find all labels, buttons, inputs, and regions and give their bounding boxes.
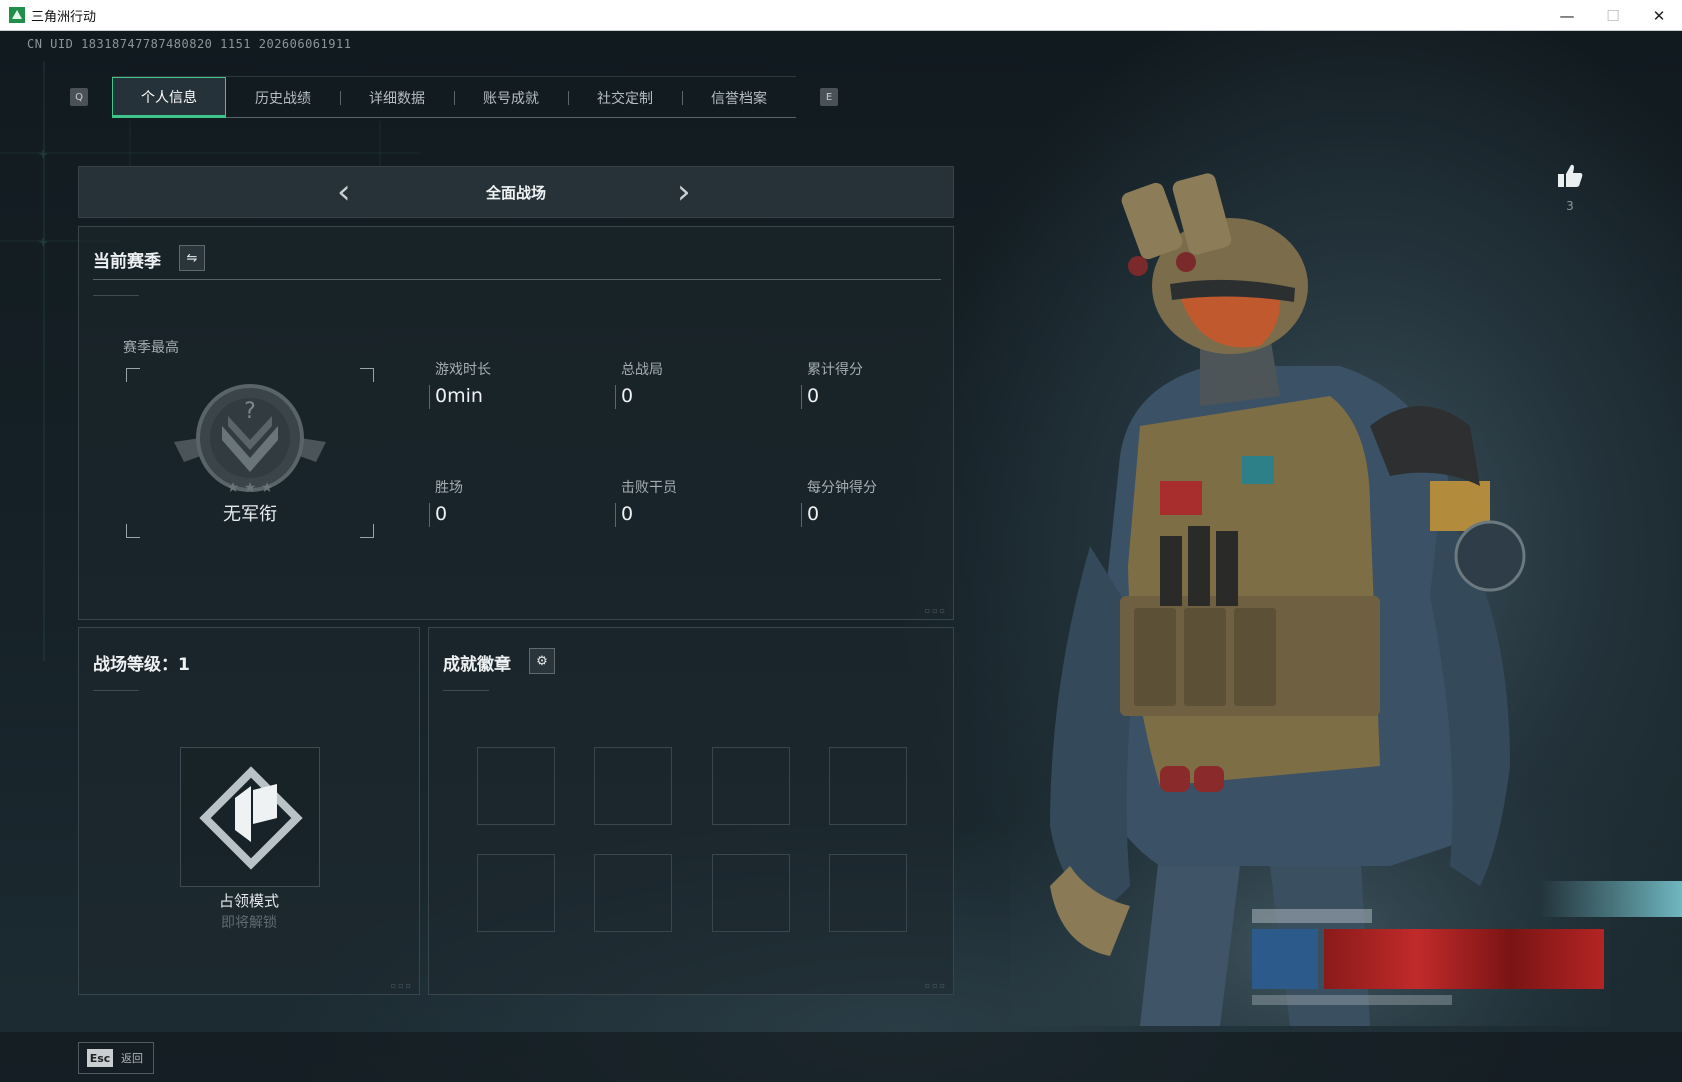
like-count: 3 xyxy=(1566,199,1574,213)
prev-tab-key-hint[interactable]: Q xyxy=(70,88,88,106)
blurred-nameplate xyxy=(1252,903,1604,1013)
battlefield-level-panel: 战场等级：1 占领模式 即将解锁 ▫▫▫ xyxy=(78,627,420,995)
frame-corner xyxy=(126,368,140,382)
rank-frame: ? ★ ★ ★ 无军衔 xyxy=(126,368,374,538)
esc-key-icon: Esc xyxy=(87,1049,113,1067)
badge-slot[interactable] xyxy=(594,854,672,932)
decorative-rule xyxy=(93,295,139,296)
stat-divider xyxy=(801,503,802,527)
battlefield-level-title: 战场等级：1 xyxy=(93,655,190,675)
nameplate-text-pixelated xyxy=(1252,909,1372,923)
svg-text:+: + xyxy=(38,235,48,249)
svg-text:+: + xyxy=(38,147,48,161)
badge-slot[interactable] xyxy=(712,747,790,825)
panel-corner-decoration: ▫▫▫ xyxy=(924,981,947,990)
badge-slot[interactable] xyxy=(829,854,907,932)
stat-label-score-per-minute: 每分钟得分 xyxy=(807,480,877,496)
stat-divider xyxy=(429,503,430,527)
stat-value-total-matches: 0 xyxy=(621,385,634,407)
minimize-button[interactable]: — xyxy=(1544,0,1590,31)
prev-mode-arrow-icon[interactable]: ‹ xyxy=(337,175,351,209)
badge-slot[interactable] xyxy=(477,854,555,932)
tab-personal-info[interactable]: 个人信息 xyxy=(112,77,226,118)
svg-text:?: ? xyxy=(244,399,256,424)
achievement-badges-panel: 成就徽章 ⚙ ▫▫▫ xyxy=(428,627,954,995)
badge-settings-icon[interactable]: ⚙ xyxy=(529,648,555,674)
profile-tab-bar: Q 个人信息 历史战绩 详细数据 账号成就 社交定制 信誉档案 E xyxy=(70,76,838,118)
bottom-bar: Esc 返回 xyxy=(0,1032,1682,1082)
window-title: 三角洲行动 xyxy=(31,9,97,25)
stat-divider xyxy=(801,385,802,409)
tab-detailed-data[interactable]: 详细数据 xyxy=(340,77,454,118)
mode-emblem-frame xyxy=(180,747,320,887)
stat-divider xyxy=(429,385,430,409)
game-viewport: + + CN UID 18318747787480820 1151 202606… xyxy=(0,31,1682,1082)
nameplate-icon-pixelated xyxy=(1252,929,1318,989)
badges-title: 成就徽章 xyxy=(443,655,511,675)
stat-label-play-time: 游戏时长 xyxy=(435,362,491,378)
stat-divider xyxy=(615,385,616,409)
app-logo-icon xyxy=(9,7,25,23)
window-titlebar: 三角洲行动 — ☐ ✕ xyxy=(0,0,1682,31)
frame-corner xyxy=(360,368,374,382)
mode-title: 全面战场 xyxy=(485,183,546,202)
svg-text:★ ★ ★: ★ ★ ★ xyxy=(227,480,274,496)
stat-label-kills: 击败干员 xyxy=(621,480,677,496)
mode-unlock-status: 即将解锁 xyxy=(221,915,277,931)
season-panel-title: 当前赛季 xyxy=(93,252,161,272)
back-label: 返回 xyxy=(121,1052,143,1065)
season-switch-icon[interactable]: ⇋ xyxy=(179,245,205,271)
operator-character-image xyxy=(1010,173,1610,1026)
tab-match-history[interactable]: 历史战绩 xyxy=(226,77,340,118)
badge-slot[interactable] xyxy=(829,747,907,825)
stat-value-total-score: 0 xyxy=(807,385,820,407)
badge-slot[interactable] xyxy=(594,747,672,825)
close-button[interactable]: ✕ xyxy=(1636,0,1682,31)
stat-value-wins: 0 xyxy=(435,503,448,525)
season-title-divider xyxy=(93,279,941,280)
thumbs-up-icon[interactable] xyxy=(1556,163,1584,189)
stat-label-total-matches: 总战局 xyxy=(621,362,663,378)
badge-slot[interactable] xyxy=(477,747,555,825)
panel-corner-decoration: ▫▫▫ xyxy=(924,606,947,615)
panel-corner-decoration: ▫▫▫ xyxy=(390,981,413,990)
tab-social-customization[interactable]: 社交定制 xyxy=(568,77,682,118)
current-season-panel: 当前赛季 ⇋ 赛季最高 ? ★ ★ ★ 无军衔 游戏时长 0min 总战局 0 … xyxy=(78,226,954,620)
decorative-rule xyxy=(443,690,489,691)
mode-selector: ‹ 全面战场 › xyxy=(78,166,954,218)
maximize-button[interactable]: ☐ xyxy=(1590,0,1636,31)
stat-label-wins: 胜场 xyxy=(435,480,463,496)
tab-list: 个人信息 历史战绩 详细数据 账号成就 社交定制 信誉档案 xyxy=(112,76,796,118)
frame-corner xyxy=(360,524,374,538)
mode-name: 占领模式 xyxy=(218,892,279,910)
glow-effect xyxy=(1540,881,1682,917)
next-tab-key-hint[interactable]: E xyxy=(820,88,838,106)
stat-label-total-score: 累计得分 xyxy=(807,362,863,378)
stat-value-score-per-minute: 0 xyxy=(807,503,820,525)
window-controls: — ☐ ✕ xyxy=(1544,0,1682,31)
nameplate-banner-pixelated xyxy=(1324,929,1604,989)
back-button[interactable]: Esc 返回 xyxy=(78,1042,154,1074)
occupation-flag-icon xyxy=(199,766,303,870)
stat-value-kills: 0 xyxy=(621,503,634,525)
nameplate-subtext-pixelated xyxy=(1252,995,1452,1005)
frame-corner xyxy=(126,524,140,538)
tab-credit-record[interactable]: 信誉档案 xyxy=(682,77,796,118)
season-best-label: 赛季最高 xyxy=(123,340,179,356)
tab-achievements[interactable]: 账号成就 xyxy=(454,77,568,118)
next-mode-arrow-icon[interactable]: › xyxy=(677,175,691,209)
player-uid: CN UID 18318747787480820 1151 2026060619… xyxy=(27,37,352,51)
rank-name: 无军衔 xyxy=(223,504,277,525)
badge-slot[interactable] xyxy=(712,854,790,932)
unranked-insignia-icon: ? ★ ★ ★ xyxy=(174,384,326,496)
decorative-rule xyxy=(93,690,139,691)
stat-value-play-time: 0min xyxy=(435,385,483,407)
like-widget[interactable]: 3 xyxy=(1555,163,1585,213)
stat-divider xyxy=(615,503,616,527)
